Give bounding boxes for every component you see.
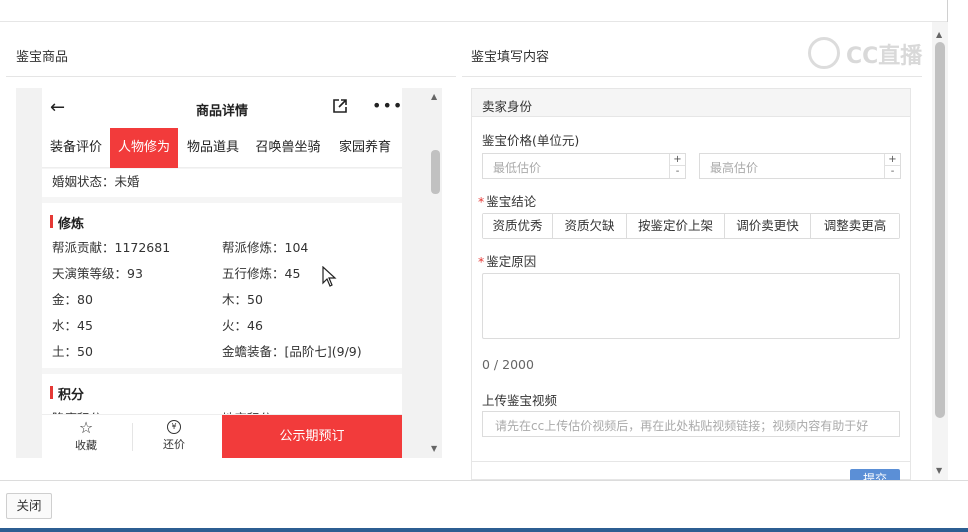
option-adjust-higher[interactable]: 调整卖更高 [811, 214, 899, 238]
min-price-input[interactable]: 最低估价 + - [482, 153, 686, 179]
close-button[interactable]: 关闭 [6, 493, 52, 519]
page-scroll-thumb[interactable] [935, 42, 945, 418]
favorite-button[interactable]: ☆ 收藏 [66, 419, 106, 453]
scroll-down-arrow-icon[interactable]: ▼ [431, 444, 437, 453]
cultivation-card: 修炼 帮派贡献：1172681 帮派修炼：104 天演策等级：93 五行修炼：4… [42, 203, 402, 368]
stat-item: 五行修炼：45 [222, 266, 301, 281]
window-bottom-edge [0, 528, 968, 532]
max-price-placeholder: 最高估价 [710, 161, 759, 175]
stat-item: 帮派贡献：1172681 [52, 240, 171, 255]
form-footer-divider [472, 461, 910, 462]
max-price-stepper[interactable]: + - [884, 154, 900, 178]
counter-offer-label: 还价 [163, 438, 185, 451]
top-bar [0, 0, 948, 22]
conclusion-options: 资质优秀 资质欠缺 按鉴定价上架 调价卖更快 调整卖更高 [482, 213, 900, 239]
conclusion-label-text: 鉴宝结论 [486, 194, 537, 209]
minus-icon[interactable]: - [670, 166, 685, 178]
tab-cultivation[interactable]: 人物修为 [110, 128, 178, 168]
option-adjust-faster[interactable]: 调价卖更快 [725, 214, 811, 238]
reason-label-text: 鉴定原因 [486, 254, 537, 269]
star-icon: ☆ [78, 418, 94, 437]
mouse-cursor-icon [322, 266, 337, 287]
minus-icon[interactable]: - [885, 166, 900, 178]
tab-home[interactable]: 家园养育 [328, 128, 402, 168]
required-mark: * [478, 254, 485, 269]
reason-char-count: 0 / 2000 [482, 357, 534, 372]
stat-item: 金蟾装备：[品阶七](9/9) [222, 344, 362, 359]
right-title-divider [462, 76, 922, 77]
option-excellent[interactable]: 资质优秀 [483, 214, 553, 238]
phone-footer: ☆ 收藏 ¥ 还价 公示期预订 [42, 414, 402, 458]
stat-item: 火：46 [222, 318, 263, 333]
required-mark: * [478, 194, 485, 209]
favorite-label: 收藏 [75, 439, 97, 452]
plus-icon[interactable]: + [670, 154, 685, 166]
yen-circle-icon: ¥ [167, 420, 181, 434]
tab-summons[interactable]: 召唤兽坐骑 [248, 128, 328, 168]
top-divider [947, 0, 948, 22]
phone-header: ← 商品详情 ••• [42, 88, 402, 128]
min-price-placeholder: 最低估价 [493, 161, 542, 175]
reason-label: * 鉴定原因 [478, 251, 536, 270]
cultivation-title: 修炼 [49, 213, 84, 232]
phone-scrollbar[interactable] [428, 88, 442, 458]
page-scroll-up-arrow-icon[interactable]: ▲ [936, 30, 942, 39]
left-panel-title: 鉴宝商品 [16, 50, 69, 65]
phone-preview[interactable]: ← 商品详情 ••• 装备评价 人物修为 物品道具 召唤兽坐骑 家园养育 婚姻状… [42, 88, 402, 458]
video-link-placeholder: 请先在cc上传估价视频后，再在此处粘贴视频链接；视频内容有助于好 [495, 419, 869, 433]
form-section-header: 卖家身份 [472, 89, 910, 117]
page-scroll-down-arrow-icon[interactable]: ▼ [936, 466, 942, 475]
preorder-button[interactable]: 公示期预订 [222, 415, 402, 458]
dialog-footer: 关闭 [0, 480, 968, 532]
cc-watermark: CC直播 [808, 36, 938, 70]
tab-equipment[interactable]: 装备评价 [42, 128, 110, 168]
price-label: 鉴宝价格(单位元) [482, 133, 580, 148]
plus-icon[interactable]: + [885, 154, 900, 166]
min-price-stepper[interactable]: + - [669, 154, 685, 178]
watermark-logo-icon [808, 37, 840, 69]
share-icon[interactable] [332, 98, 348, 114]
counter-offer-button[interactable]: ¥ 还价 [154, 419, 194, 452]
tab-items[interactable]: 物品道具 [178, 128, 248, 168]
scroll-up-arrow-icon[interactable]: ▲ [431, 92, 437, 101]
stat-item: 木：50 [222, 292, 263, 307]
marriage-status: 婚姻状态：未婚 [52, 174, 140, 189]
phone-tabs: 装备评价 人物修为 物品道具 召唤兽坐骑 家园养育 [42, 128, 402, 168]
right-panel-title: 鉴宝填写内容 [471, 50, 550, 65]
more-icon[interactable]: ••• [372, 96, 402, 115]
stat-item: 天演策等级：93 [52, 266, 143, 281]
footer-divider [132, 423, 133, 451]
stat-item: 水：45 [52, 318, 93, 333]
option-lacking[interactable]: 资质欠缺 [553, 214, 627, 238]
watermark-text: CC直播 [846, 44, 923, 69]
phone-scroll-thumb[interactable] [431, 150, 440, 194]
video-link-input[interactable]: 请先在cc上传估价视频后，再在此处粘贴视频链接；视频内容有助于好 [482, 411, 900, 437]
max-price-input[interactable]: 最高估价 + - [699, 153, 901, 179]
video-label: 上传鉴宝视频 [482, 393, 558, 408]
phone-title: 商品详情 [195, 104, 248, 119]
stat-item: 金：80 [52, 292, 93, 307]
conclusion-label: * 鉴宝结论 [478, 191, 536, 210]
seller-identity-label: 卖家身份 [482, 99, 533, 114]
option-list-at-appraised[interactable]: 按鉴定价上架 [627, 214, 725, 238]
stat-item: 土：50 [52, 344, 93, 359]
reason-textarea[interactable] [482, 273, 900, 339]
stat-item: 帮派修炼：104 [222, 240, 309, 255]
appraisal-form: 卖家身份 鉴宝价格(单位元) 最低估价 + - 最高估价 + - * 鉴宝结论 资质优… [471, 88, 911, 491]
points-title: 积分 [49, 384, 84, 403]
marriage-card: 婚姻状态：未婚 [42, 169, 402, 197]
left-title-divider [6, 76, 456, 77]
